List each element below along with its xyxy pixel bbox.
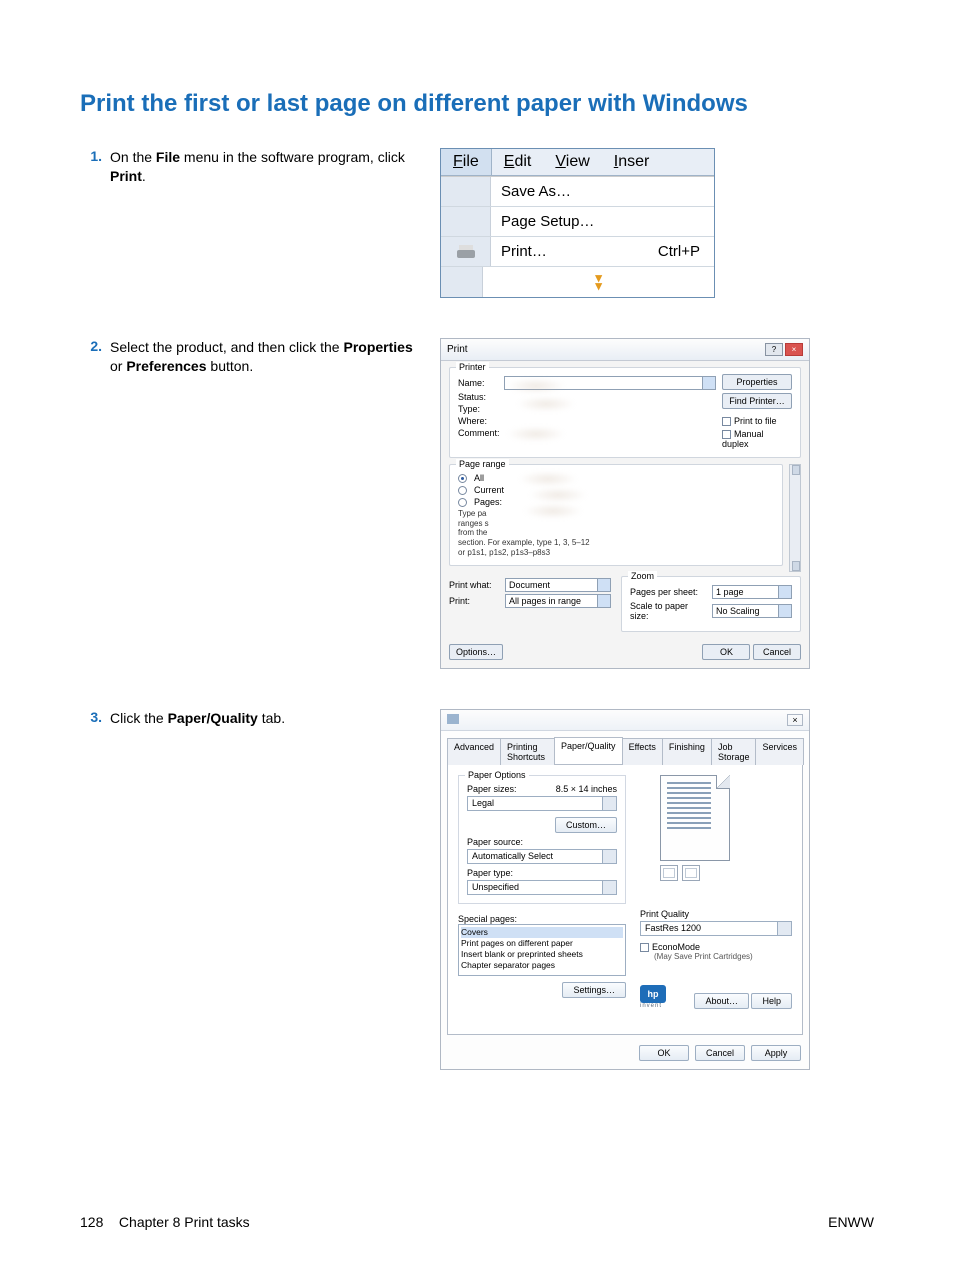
tab-finishing[interactable]: Finishing xyxy=(662,738,712,765)
step-2: 2. Select the product, and then click th… xyxy=(80,338,874,669)
properties-dialog-screenshot: × Advanced Printing Shortcuts Paper/Qual… xyxy=(440,709,810,1070)
step-number: 2. xyxy=(80,338,110,354)
print-quality-label: Print Quality xyxy=(640,909,792,919)
tab-strip: Advanced Printing Shortcuts Paper/Qualit… xyxy=(447,737,803,765)
ok-button[interactable]: OK xyxy=(702,644,750,660)
printer-icon xyxy=(457,245,475,259)
economode-checkbox[interactable] xyxy=(640,943,649,952)
section-title: Print the first or last page on differen… xyxy=(80,90,874,118)
special-pages-list[interactable]: Covers Print pages on different paper In… xyxy=(458,924,626,976)
print-dialog-screenshot: Print ? × Printer Name: Status: Type: xyxy=(440,338,810,669)
menu-item-print[interactable]: Print…Ctrl+P xyxy=(441,237,714,267)
tab-effects[interactable]: Effects xyxy=(622,738,663,765)
footer-right: ENWW xyxy=(828,1214,874,1230)
page-footer: 128 Chapter 8 Print tasks ENWW xyxy=(80,1214,874,1230)
orientation-icon xyxy=(682,865,700,881)
range-current-radio[interactable] xyxy=(458,486,467,495)
paper-type-label: Paper type: xyxy=(467,868,617,878)
scrollbar[interactable] xyxy=(789,464,801,572)
help-button[interactable]: Help xyxy=(751,993,792,1009)
tab-paper-quality[interactable]: Paper/Quality xyxy=(554,737,623,764)
scale-combo[interactable]: No Scaling xyxy=(712,604,792,618)
paper-source-label: Paper source: xyxy=(467,837,617,847)
zoom-group-label: Zoom xyxy=(628,571,657,581)
paper-options-label: Paper Options xyxy=(465,770,529,780)
paper-size-dim: 8.5 × 14 inches xyxy=(556,784,617,794)
page-preview-icon: E xyxy=(660,775,730,861)
economode-hint: (May Save Print Cartridges) xyxy=(654,952,792,961)
paper-type-combo[interactable]: Unspecified xyxy=(467,880,617,895)
step-text: Select the product, and then click the P… xyxy=(110,338,440,376)
list-item[interactable]: Covers xyxy=(461,927,623,938)
tab-job-storage[interactable]: Job Storage xyxy=(711,738,757,765)
about-button[interactable]: About… xyxy=(694,993,749,1009)
menu-expand[interactable]: ▾▾ xyxy=(441,267,714,297)
cancel-button[interactable]: Cancel xyxy=(695,1045,745,1061)
file-menu-screenshot: File Edit View Inser Save As… Page Setup… xyxy=(440,148,715,298)
settings-button[interactable]: Settings… xyxy=(562,982,626,998)
page-range-label: Page range xyxy=(456,459,509,469)
menu-item-page-setup[interactable]: Page Setup… xyxy=(441,207,714,237)
print-quality-combo[interactable]: FastRes 1200 xyxy=(640,921,792,936)
step-number: 3. xyxy=(80,709,110,725)
properties-title-icon xyxy=(447,714,459,724)
tab-printing-shortcuts[interactable]: Printing Shortcuts xyxy=(500,738,555,765)
print-range-combo[interactable]: All pages in range xyxy=(505,594,611,608)
paper-source-combo[interactable]: Automatically Select xyxy=(467,849,617,864)
paper-sizes-label: Paper sizes: xyxy=(467,784,517,794)
hp-logo-icon: hp xyxy=(640,985,666,1003)
dialog-title: Print xyxy=(447,344,468,355)
menu-view[interactable]: View xyxy=(543,149,601,175)
menu-edit[interactable]: Edit xyxy=(492,149,544,175)
close-icon[interactable]: × xyxy=(785,343,803,356)
step-1: 1. On the File menu in the software prog… xyxy=(80,148,874,298)
help-icon[interactable]: ? xyxy=(765,343,783,356)
printer-name-combo[interactable] xyxy=(504,376,716,390)
step-number: 1. xyxy=(80,148,110,164)
list-item[interactable]: Chapter separator pages xyxy=(461,960,623,971)
cancel-button[interactable]: Cancel xyxy=(753,644,801,660)
list-item[interactable]: Print pages on different paper xyxy=(461,938,623,949)
find-printer-button[interactable]: Find Printer… xyxy=(722,393,792,409)
range-all-radio[interactable] xyxy=(458,474,467,483)
pages-per-sheet-combo[interactable]: 1 page xyxy=(712,585,792,599)
step-text: Click the Paper/Quality tab. xyxy=(110,709,440,728)
orientation-icon xyxy=(660,865,678,881)
page-number: 128 xyxy=(80,1214,103,1230)
menu-item-save-as[interactable]: Save As… xyxy=(441,177,714,207)
close-icon[interactable]: × xyxy=(787,714,803,726)
printer-group-label: Printer xyxy=(456,362,489,372)
tab-advanced[interactable]: Advanced xyxy=(447,738,501,765)
paper-size-combo[interactable]: Legal xyxy=(467,796,617,811)
chevron-down-icon: ▾▾ xyxy=(483,270,714,294)
options-button[interactable]: Options… xyxy=(449,644,503,660)
print-to-file-checkbox[interactable] xyxy=(722,417,731,426)
step-3: 3. Click the Paper/Quality tab. × Advanc… xyxy=(80,709,874,1070)
manual-duplex-checkbox[interactable] xyxy=(722,430,731,439)
ok-button[interactable]: OK xyxy=(639,1045,689,1061)
print-what-combo[interactable]: Document xyxy=(505,578,611,592)
chapter-label: Chapter 8 Print tasks xyxy=(119,1214,250,1230)
menubar: File Edit View Inser xyxy=(441,149,714,176)
apply-button[interactable]: Apply xyxy=(751,1045,801,1061)
special-pages-label: Special pages: xyxy=(458,914,626,924)
menu-file[interactable]: File xyxy=(441,149,492,175)
tab-services[interactable]: Services xyxy=(755,738,804,765)
list-item[interactable]: Insert blank or preprinted sheets xyxy=(461,949,623,960)
properties-button[interactable]: Properties xyxy=(722,374,792,390)
custom-button[interactable]: Custom… xyxy=(555,817,617,833)
menu-insert[interactable]: Inser xyxy=(602,149,662,175)
range-pages-radio[interactable] xyxy=(458,498,467,507)
step-text: On the File menu in the software program… xyxy=(110,148,440,186)
